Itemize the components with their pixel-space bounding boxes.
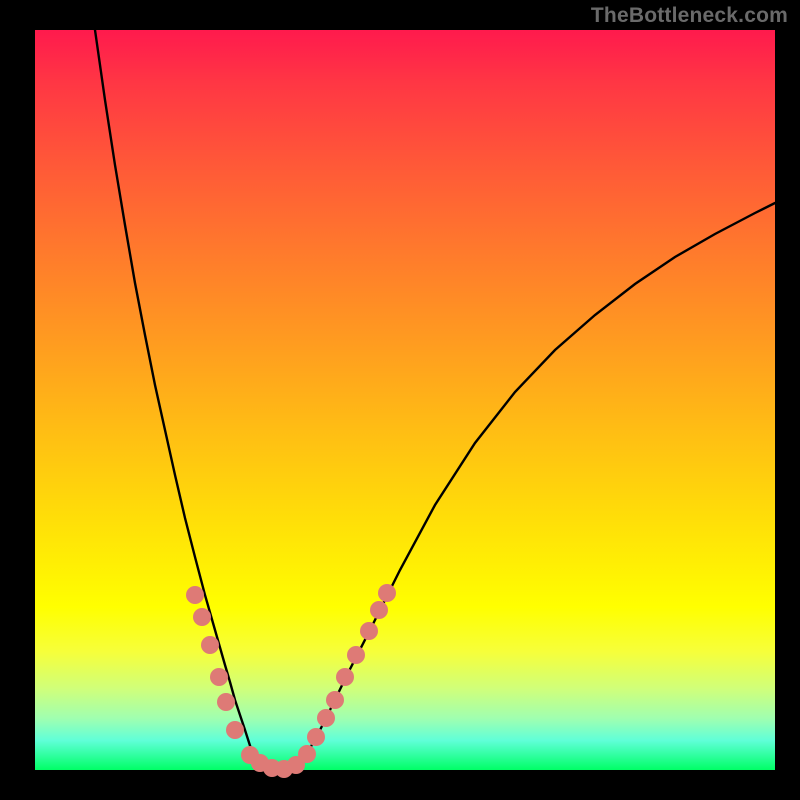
- attribution-label: TheBottleneck.com: [591, 4, 788, 28]
- marker-dot: [193, 608, 211, 626]
- marker-dot: [186, 586, 204, 604]
- chart-svg: [35, 30, 775, 770]
- dots-group: [186, 584, 396, 778]
- marker-dot: [378, 584, 396, 602]
- chart-frame: TheBottleneck.com: [0, 0, 800, 800]
- marker-dot: [201, 636, 219, 654]
- plot-area: [35, 30, 775, 770]
- marker-dot: [360, 622, 378, 640]
- marker-dot: [370, 601, 388, 619]
- marker-dot: [317, 709, 335, 727]
- marker-dot: [347, 646, 365, 664]
- bottleneck-curve: [95, 30, 775, 769]
- marker-dot: [307, 728, 325, 746]
- marker-dot: [336, 668, 354, 686]
- marker-dot: [298, 745, 316, 763]
- marker-dot: [326, 691, 344, 709]
- marker-dot: [217, 693, 235, 711]
- marker-dot: [226, 721, 244, 739]
- marker-dot: [210, 668, 228, 686]
